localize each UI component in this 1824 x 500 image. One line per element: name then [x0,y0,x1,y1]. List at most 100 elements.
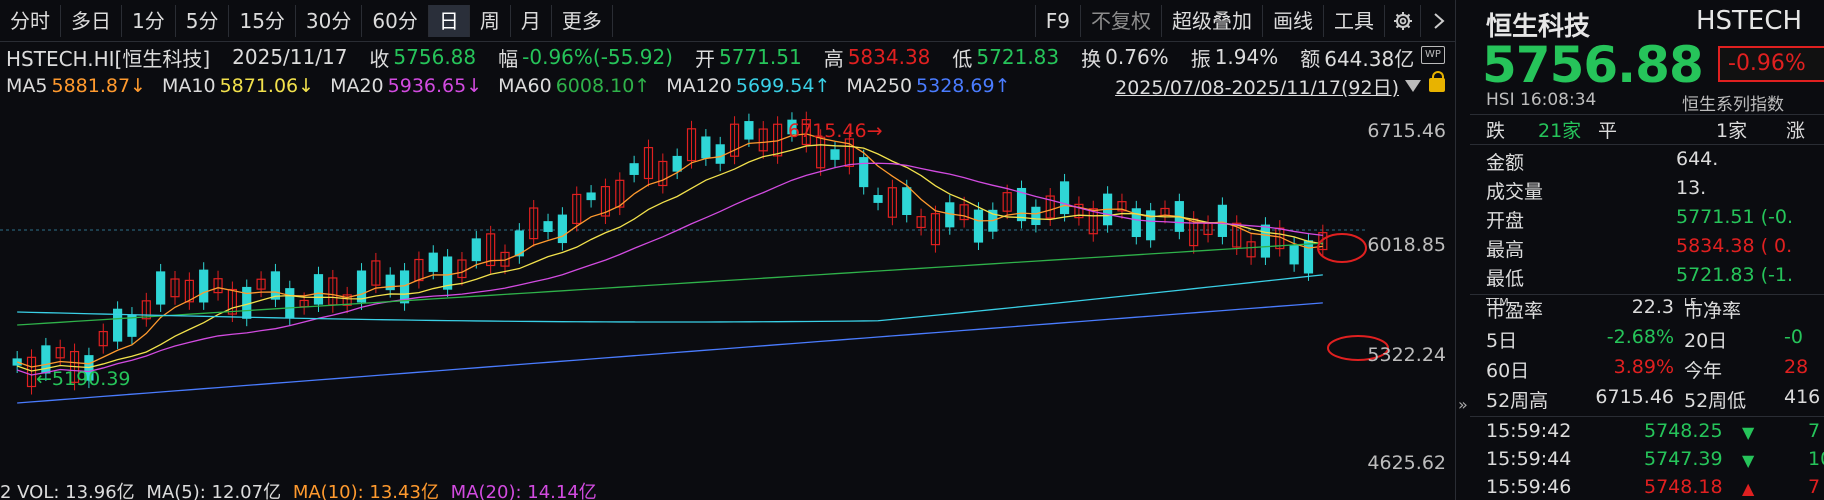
candle-body [629,163,639,175]
period-tab-7[interactable]: 日 [428,4,470,37]
trade-price: 5748.18 [1644,476,1723,498]
chevron-right-icon[interactable] [1420,4,1456,37]
stat-value-2: 416 [1784,386,1821,408]
date-range[interactable]: 2025/07/08-2025/11/17(92日) [1115,73,1399,100]
ma-label-5: MA250 [846,75,913,97]
change-value: -0.96%(-55.92) [522,45,673,69]
ma60-line [17,242,1323,326]
detail-label: 最高 [1486,239,1525,261]
candle-body [701,136,711,159]
ma-legend: MA5 5881.87↓ MA10 5871.06↓ MA20 5936.65↓ MA60 6… [6,72,1027,100]
period-tab-3[interactable]: 5分 [176,4,230,37]
detail-value: 13. [1676,177,1707,199]
down-count: 21家 [1538,120,1582,142]
period-tab-0[interactable]: 分时 [0,4,61,37]
range-dropdown-icon[interactable] [1405,80,1421,92]
period-tab-10[interactable]: 更多 [552,4,613,37]
candle-body [715,144,725,164]
detail-label: 金额 [1486,152,1525,174]
low-value: 5721.83 [976,45,1060,69]
ma-value-2: 5936.65↓ [387,75,483,97]
candle-body [242,286,252,319]
detail-label: 最低 [1486,268,1525,290]
stat-row: 市盈率 TTM 22.3 市净率 LF [1486,296,1824,326]
high-annotation: 6715.46→ [788,120,883,142]
divider [1470,294,1824,295]
period-tab-6[interactable]: 60分 [362,4,429,37]
symbol-label[interactable]: HSTECH.HI[恒生科技] [6,43,210,72]
tool-3[interactable]: 画线 [1262,4,1323,37]
candle-body [443,256,453,290]
lock-icon[interactable] [1429,71,1445,92]
period-tab-2[interactable]: 1分 [122,4,176,37]
series-label[interactable]: 恒生系列指数 [1682,90,1784,115]
detail-label: 开盘 [1486,210,1525,232]
candle-body [873,195,883,203]
trade-time: 15:59:42 [1486,420,1572,442]
trade-volume: 10 [1808,448,1824,470]
y-label-3: 5322.24 [1367,344,1446,366]
candle-body [1289,244,1299,265]
candle-body [1217,204,1227,237]
candle-body [285,288,295,319]
high-value: 5834.38 [847,45,931,69]
up-label: 涨 [1786,120,1806,142]
tool-0[interactable]: F9 [1034,4,1080,37]
tool-1[interactable]: 不复权 [1080,4,1161,37]
low-annotation: ←5190.39 [36,368,131,390]
annotation-circle [1317,233,1367,263]
candle-body [543,221,553,232]
candle-body [1303,240,1314,274]
exchange-label: HSI [1486,90,1515,110]
collapse-panel-icon[interactable]: » [1458,395,1468,414]
kline-chart[interactable]: 6715.46 6018.85 5322.24 4625.62 6715.46→… [0,100,1456,476]
stat-row: 5日 -2.68% 20日 -0 [1486,326,1803,352]
trade-volume: 7 [1808,476,1821,498]
close-value: 5756.88 [393,45,477,69]
stock-chart-app: 分时 多日 1分 5分 15分 30分 60分日周月更多 F9 不复权 超级叠加 画线 工具 HST… [0,0,1824,500]
divider [1470,144,1824,145]
y-label-top: 6715.46 [1367,120,1446,142]
candle-body [557,214,567,244]
trade-time: 15:59:44 [1486,448,1572,470]
quote-line: HSTECH.HI[恒生科技] 2025/11/17 收 5756.88 幅 -0.… [6,42,1418,72]
ma-value-1: 5871.06↓ [219,75,315,97]
ma20-line [16,162,1323,376]
period-tab-9[interactable]: 月 [511,4,552,37]
stat-value-1: 6715.46 [1595,386,1674,408]
period-tab-4[interactable]: 15分 [229,4,296,37]
gear-icon[interactable] [1384,4,1420,37]
candle-body [428,252,438,272]
candle-body [1031,206,1041,226]
exchange-time: HSI 16:08:34 [1486,90,1596,110]
vol-ma20: MA(20): 14.14亿 [450,482,597,500]
breadth-row: 跌 21家 平 1家 涨 [1486,116,1824,146]
tool-4[interactable]: 工具 [1323,4,1384,37]
detail-row: 最高 5834.38 ( 0. [1486,235,1824,265]
stat-label-2: 市净率 LF [1684,296,1742,322]
ma5-line [16,133,1323,368]
amount-value: 644.38亿 [1324,46,1415,71]
stat-value-1: 22.3 [1631,296,1674,318]
detail-row: 金额 644. [1486,148,1824,178]
date-label: 2025/11/17 [232,45,348,69]
period-tab-1[interactable]: 多日 [61,4,122,37]
flat-label: 平 [1598,120,1618,142]
period-tab-5[interactable]: 30分 [296,4,363,37]
candle-body [744,121,754,140]
candles [12,111,1328,395]
stat-value-2: 28 [1784,356,1809,378]
period-tabs: 分时 多日 1分 5分 15分 30分 60分日周月更多 [0,4,613,37]
kline-svg [0,111,1389,404]
period-tab-8[interactable]: 周 [470,4,511,37]
detail-label: 成交量 [1486,181,1544,203]
ma-label-0: MA5 [6,75,48,97]
candle-body [672,155,682,172]
wp-badge[interactable]: WP [1421,46,1445,64]
y-label-bottom: 4625.62 [1367,452,1446,474]
candle-body [586,192,596,201]
ma120-line [17,274,1323,323]
tool-2[interactable]: 超级叠加 [1161,4,1262,37]
candle-body [399,270,410,304]
down-label: 跌 [1486,120,1506,142]
